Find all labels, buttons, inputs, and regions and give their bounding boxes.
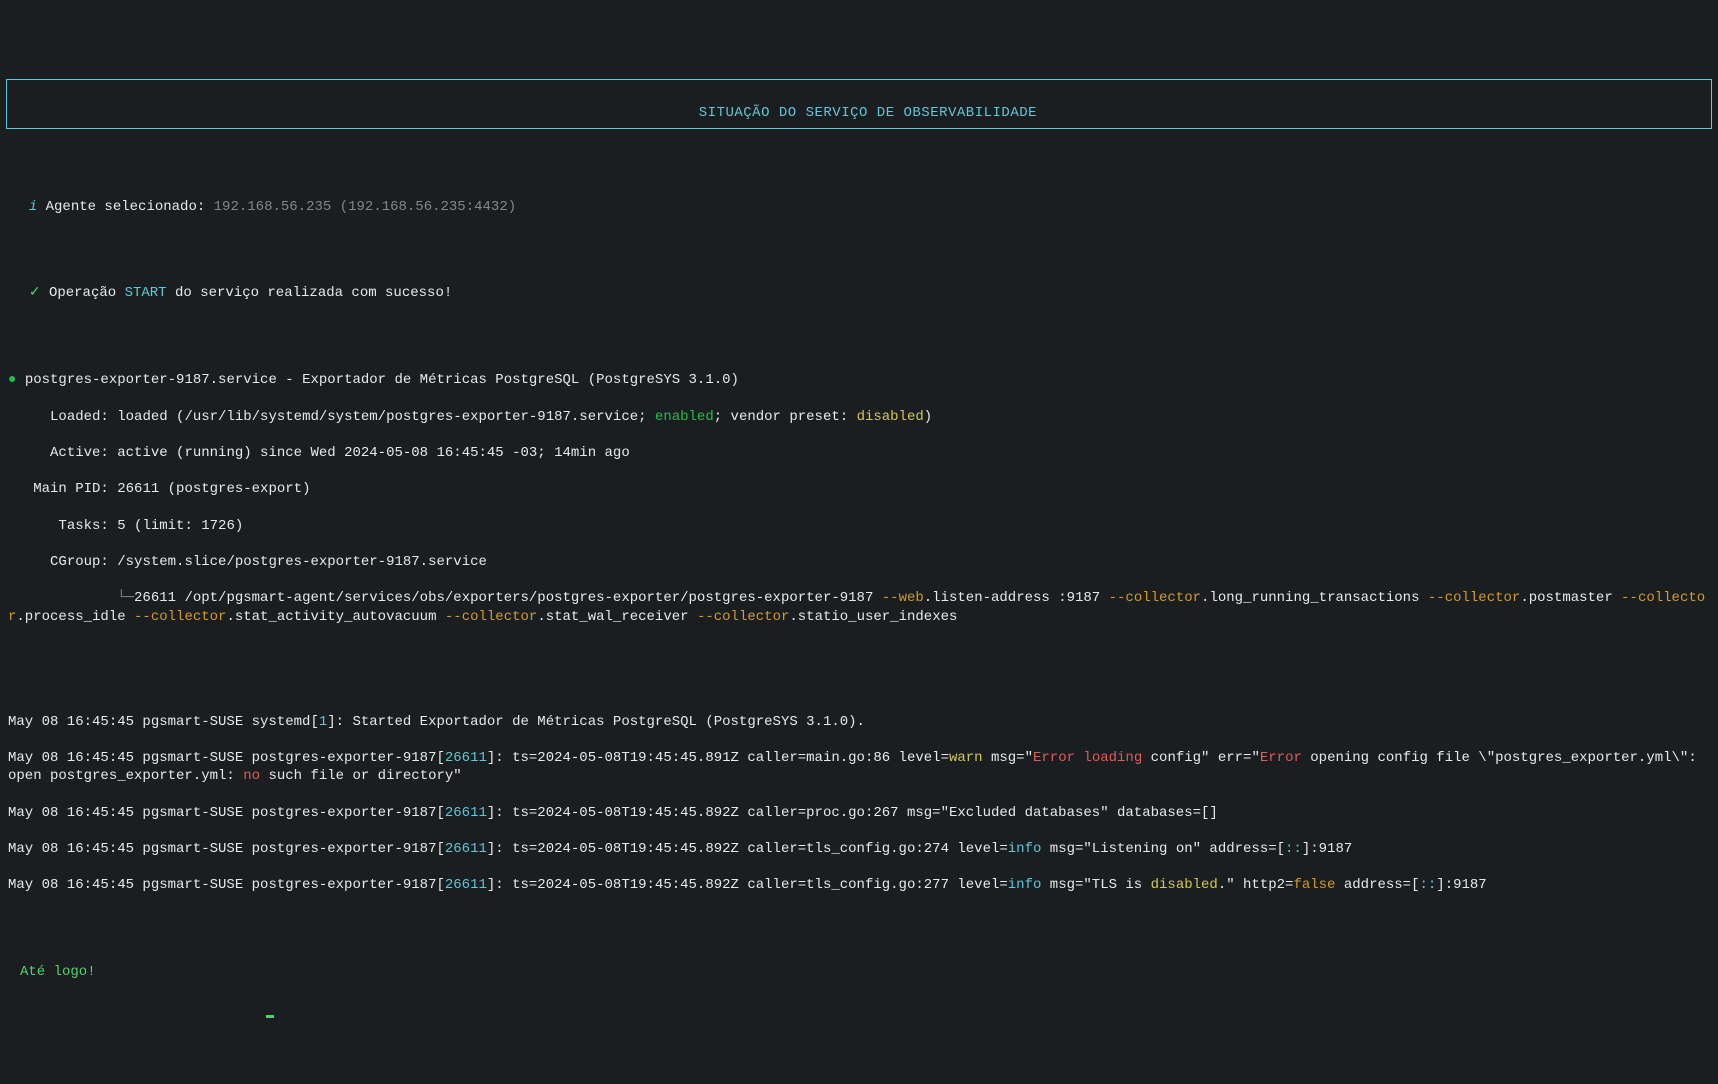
loaded-mid: ; vendor preset: (714, 409, 857, 425)
service-status: ● postgres-exporter-9187.service - Expor… (8, 353, 1712, 644)
check-icon: ✓ (29, 285, 41, 301)
agent-ip: 192.168.56.235 (214, 199, 332, 215)
addr: :: (1285, 841, 1302, 857)
cmd-pid: 26611 (134, 590, 176, 606)
result-pre: Operação (49, 285, 125, 301)
log-line: May 08 16:45:45 pgsmart-SUSE postgres-ex… (8, 840, 1712, 858)
header-title: SITUAÇÃO DO SERVIÇO DE OBSERVABILIDADE (699, 105, 1037, 121)
flag-col-1: --collector (1109, 590, 1201, 606)
pid-num: 1 (319, 714, 327, 730)
level-info: info (1008, 841, 1042, 857)
tasks-val: 5 (limit: 1726) (117, 518, 243, 534)
false-word: false (1293, 877, 1335, 893)
flag-c4: .stat_activity_autovacuum (226, 609, 444, 625)
farewell: Até logo! (20, 963, 1712, 981)
err-word: Error (1260, 750, 1302, 766)
tree-branch-icon: └─ (8, 590, 134, 606)
header-banner: SITUAÇÃO DO SERVIÇO DE OBSERVABILIDADE (6, 79, 1712, 129)
pid-num: 26611 (445, 750, 487, 766)
disabled-word: disabled (1151, 877, 1218, 893)
level-info: info (1008, 877, 1042, 893)
enabled-word: enabled (655, 409, 714, 425)
service-name: postgres-exporter-9187.service (25, 372, 277, 388)
pid-num: 26611 (445, 805, 487, 821)
prompt-line[interactable] (6, 999, 1712, 1017)
pid-num: 26611 (445, 877, 487, 893)
pid-num: 26611 (445, 841, 487, 857)
cmd-bin: /opt/pgsmart-agent/services/obs/exporter… (176, 590, 882, 606)
flag-web-val: .listen-address :9187 (924, 590, 1109, 606)
tasks-label: Tasks: (8, 518, 117, 534)
err-word: Error (1033, 750, 1075, 766)
flag-web: --web (882, 590, 924, 606)
agent-endpoint: (192.168.56.235:4432) (340, 199, 516, 215)
log-line: May 08 16:45:45 pgsmart-SUSE postgres-ex… (8, 876, 1712, 894)
level-warn: warn (949, 750, 983, 766)
log-line: May 08 16:45:45 pgsmart-SUSE postgres-ex… (8, 804, 1712, 822)
flag-c2: .postmaster (1520, 590, 1621, 606)
service-desc: - Exportador de Métricas PostgreSQL (Pos… (277, 372, 739, 388)
flag-col-6: --collector (697, 609, 789, 625)
cursor-icon (266, 1015, 274, 1018)
result-line: ✓ Operação START do serviço realizada co… (12, 266, 1712, 302)
flag-col-4: --collector (134, 609, 226, 625)
loaded-post: ) (924, 409, 932, 425)
result-op: START (125, 285, 167, 301)
flag-c6: .statio_user_indexes (789, 609, 957, 625)
cgroup-val: /system.slice/postgres-exporter-9187.ser… (117, 554, 487, 570)
addr: :: (1419, 877, 1436, 893)
cgroup-label: CGroup: (8, 554, 117, 570)
loaded-pre: loaded (/usr/lib/systemd/system/postgres… (117, 409, 655, 425)
loaded-label: Loaded: (8, 409, 117, 425)
flag-col-5: --collector (445, 609, 537, 625)
err-word: loading (1083, 750, 1142, 766)
active-label: Active: (8, 445, 117, 461)
pid-label: Main PID: (8, 481, 117, 497)
journal-log: May 08 16:45:45 pgsmart-SUSE systemd[1]:… (8, 694, 1712, 912)
info-icon: i (29, 199, 37, 215)
log-line: May 08 16:45:45 pgsmart-SUSE postgres-ex… (8, 749, 1712, 785)
agent-line: i Agente selecionado: 192.168.56.235 (19… (12, 180, 1712, 216)
flag-c3: .process_idle (16, 609, 134, 625)
disabled-word: disabled (857, 409, 924, 425)
no-word: no (243, 768, 260, 784)
agent-label: Agente selecionado: (46, 199, 214, 215)
pid-val: 26611 (postgres-export) (117, 481, 310, 497)
log-line: May 08 16:45:45 pgsmart-SUSE systemd[1]:… (8, 713, 1712, 731)
active-val: active (running) (117, 445, 251, 461)
flag-c5: .stat_wal_receiver (537, 609, 697, 625)
result-post: do serviço realizada com sucesso! (167, 285, 453, 301)
flag-col-2: --collector (1428, 590, 1520, 606)
active-since: since Wed 2024-05-08 16:45:45 -03; 14min… (252, 445, 630, 461)
flag-c1: .long_running_transactions (1201, 590, 1428, 606)
